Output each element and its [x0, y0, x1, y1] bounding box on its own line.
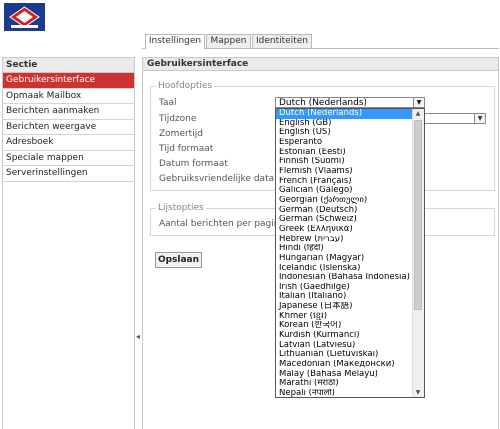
- splitter-arrow-icon[interactable]: ◂: [136, 332, 140, 341]
- language-option[interactable]: Nepali (नेपाली): [276, 389, 414, 397]
- language-option[interactable]: English (US): [276, 128, 414, 138]
- label-pretty-date: Gebruiksvriendelijke data: [159, 174, 275, 184]
- language-option[interactable]: Japanese (日本語): [276, 302, 414, 312]
- language-option[interactable]: German (Schweiz): [276, 215, 414, 225]
- language-option[interactable]: Galician (Galego): [276, 186, 414, 196]
- language-option[interactable]: Dutch (Nederlands): [276, 109, 414, 119]
- language-option[interactable]: Lithuanian (Lietuviškai): [276, 350, 414, 360]
- language-option[interactable]: Indonesian (Bahasa Indonesia): [276, 273, 414, 283]
- label-language: Taal: [159, 98, 177, 108]
- language-option[interactable]: Greek (Ελληνικά): [276, 225, 414, 235]
- sidebar-item-mailbox-view[interactable]: Opmaak Mailbox: [3, 89, 134, 104]
- language-option[interactable]: Finnish (Suomi): [276, 157, 414, 167]
- language-option[interactable]: Estonian (Eesti): [276, 148, 414, 158]
- logo-icon: [5, 4, 44, 30]
- scroll-up-icon[interactable]: ▲: [413, 109, 423, 118]
- language-option[interactable]: Icelandic (Íslenska): [276, 264, 414, 274]
- sidebar-item-user-interface[interactable]: Gebruikersinterface: [3, 73, 134, 89]
- language-option[interactable]: Flemish (Vlaams): [276, 167, 414, 177]
- scrollbar-thumb[interactable]: [414, 120, 422, 310]
- sidebar-item-server-settings[interactable]: Serverinstellingen: [3, 166, 134, 182]
- sidebar-header: Sectie: [3, 58, 134, 73]
- language-option[interactable]: Kurdish (Kurmancî): [276, 331, 414, 341]
- tab-settings[interactable]: Instellingen: [145, 34, 205, 49]
- scroll-down-icon[interactable]: ▼: [413, 388, 423, 397]
- language-option[interactable]: Hungarian (Magyar): [276, 254, 414, 264]
- chevron-down-icon[interactable]: ▼: [413, 98, 424, 107]
- save-button[interactable]: Opslaan: [155, 252, 202, 268]
- sidebar: Sectie Gebruikersinterface Opmaak Mailbo…: [2, 57, 135, 429]
- language-option[interactable]: Italian (Italiano): [276, 292, 414, 302]
- language-select[interactable]: Dutch (Nederlands) ▼: [275, 97, 425, 108]
- language-option[interactable]: Korean (한국어): [276, 321, 414, 331]
- language-option[interactable]: Latvian (Latviešu): [276, 341, 414, 351]
- language-option[interactable]: Marathi (मराठी): [276, 379, 414, 389]
- list-options-legend: Lijstopties: [156, 203, 206, 213]
- language-option[interactable]: Khmer (ខ្មែរ): [276, 312, 414, 322]
- label-time-format: Tijd formaat: [159, 144, 214, 154]
- main-options-legend: Hoofdopties: [156, 81, 215, 91]
- language-option[interactable]: Macedonian (Македонски): [276, 360, 414, 370]
- label-dst: Zomertijd: [159, 129, 203, 139]
- language-dropdown-list[interactable]: Dutch (Nederlands) English (GB) English (U…: [275, 108, 425, 398]
- label-timezone: Tijdzone: [159, 114, 197, 124]
- language-option[interactable]: Hebrew (עברית): [276, 235, 414, 245]
- language-option[interactable]: Esperanto: [276, 138, 414, 148]
- app-logo: [4, 3, 45, 31]
- language-option[interactable]: Malay (Bahasa Melayu): [276, 370, 414, 380]
- sidebar-item-addressbook[interactable]: Adresboek: [3, 135, 134, 151]
- tab-identities[interactable]: Identiteiten: [252, 34, 312, 48]
- language-option[interactable]: Georgian (ქართული): [276, 196, 414, 206]
- pane-splitter[interactable]: [135, 57, 142, 429]
- timezone-chevron-down-icon[interactable]: ▼: [474, 114, 485, 123]
- label-messages-per-page: Aantal berichten per pagina: [159, 219, 285, 229]
- sidebar-item-message-view[interactable]: Berichten weergave: [3, 120, 134, 135]
- language-select-value: Dutch (Nederlands): [279, 98, 368, 108]
- label-date-format: Datum formaat: [159, 159, 228, 169]
- main-panel-title: Gebruikersinterface: [142, 57, 499, 71]
- language-options: Dutch (Nederlands) English (GB) English (U…: [276, 109, 414, 397]
- language-option[interactable]: Hindi (हिंदी): [276, 244, 414, 254]
- sidebar-item-compose[interactable]: Berichten aanmaken: [3, 104, 134, 120]
- language-option[interactable]: English (GB): [276, 119, 414, 129]
- dropdown-scrollbar[interactable]: ▲ ▼: [412, 109, 424, 397]
- language-option[interactable]: French (Français): [276, 177, 414, 187]
- language-option[interactable]: Irish (Gaedhilge): [276, 283, 414, 293]
- tab-folders[interactable]: Mappen: [206, 34, 251, 48]
- language-option[interactable]: German (Deutsch): [276, 206, 414, 216]
- sidebar-item-special-folders[interactable]: Speciale mappen: [3, 151, 134, 166]
